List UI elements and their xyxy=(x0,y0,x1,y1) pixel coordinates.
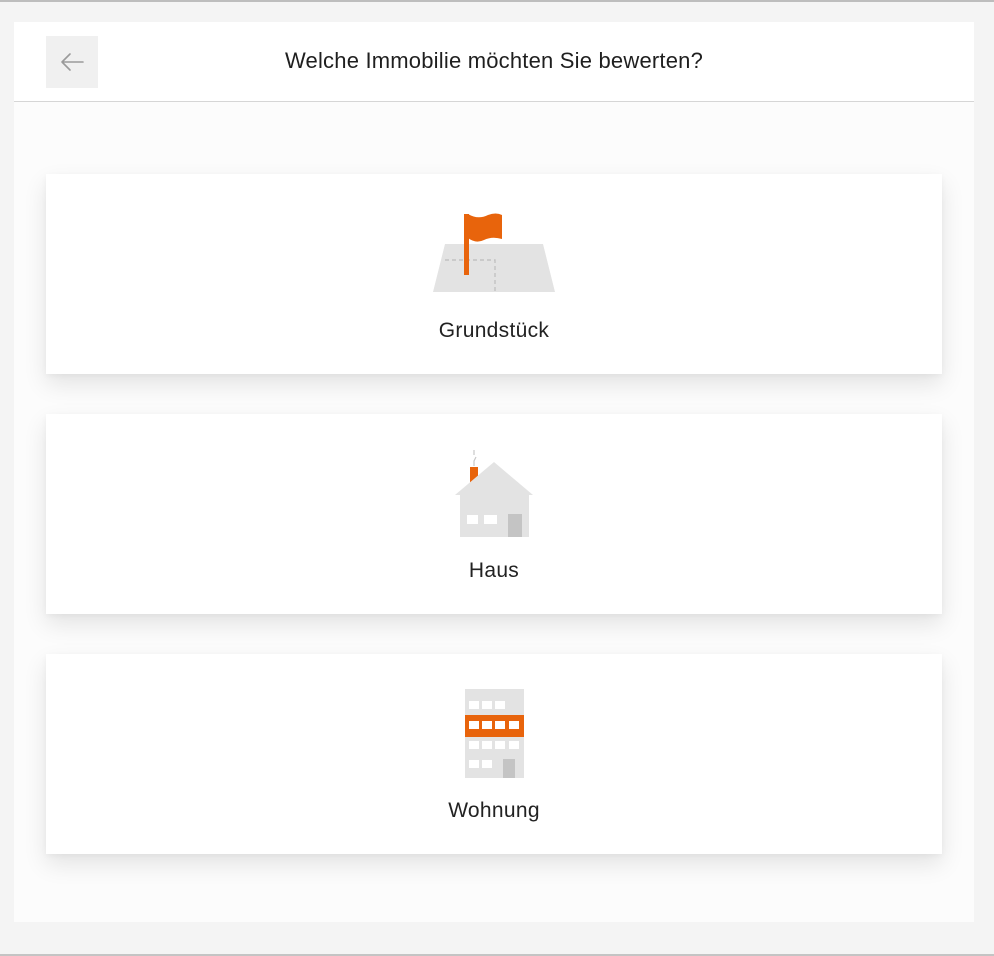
option-label: Wohnung xyxy=(448,799,540,822)
main-panel: Welche Immobilie möchten Sie bewerten? G… xyxy=(14,22,974,922)
land-plot-flag-icon xyxy=(46,202,942,302)
option-card-wohnung[interactable]: Wohnung xyxy=(46,654,942,854)
page-title: Welche Immobilie möchten Sie bewerten? xyxy=(284,48,704,73)
option-card-haus[interactable]: Haus xyxy=(46,414,942,614)
arrow-left-icon xyxy=(61,53,84,71)
option-label: Haus xyxy=(468,559,520,582)
house-icon xyxy=(46,442,942,542)
window-top-border xyxy=(0,0,994,2)
apartment-building-icon xyxy=(46,682,942,782)
option-card-grundstueck[interactable]: Grundstück xyxy=(46,174,942,374)
page-header: Welche Immobilie möchten Sie bewerten? xyxy=(14,22,974,102)
option-label: Grundstück xyxy=(438,319,550,342)
back-button[interactable] xyxy=(46,36,98,88)
